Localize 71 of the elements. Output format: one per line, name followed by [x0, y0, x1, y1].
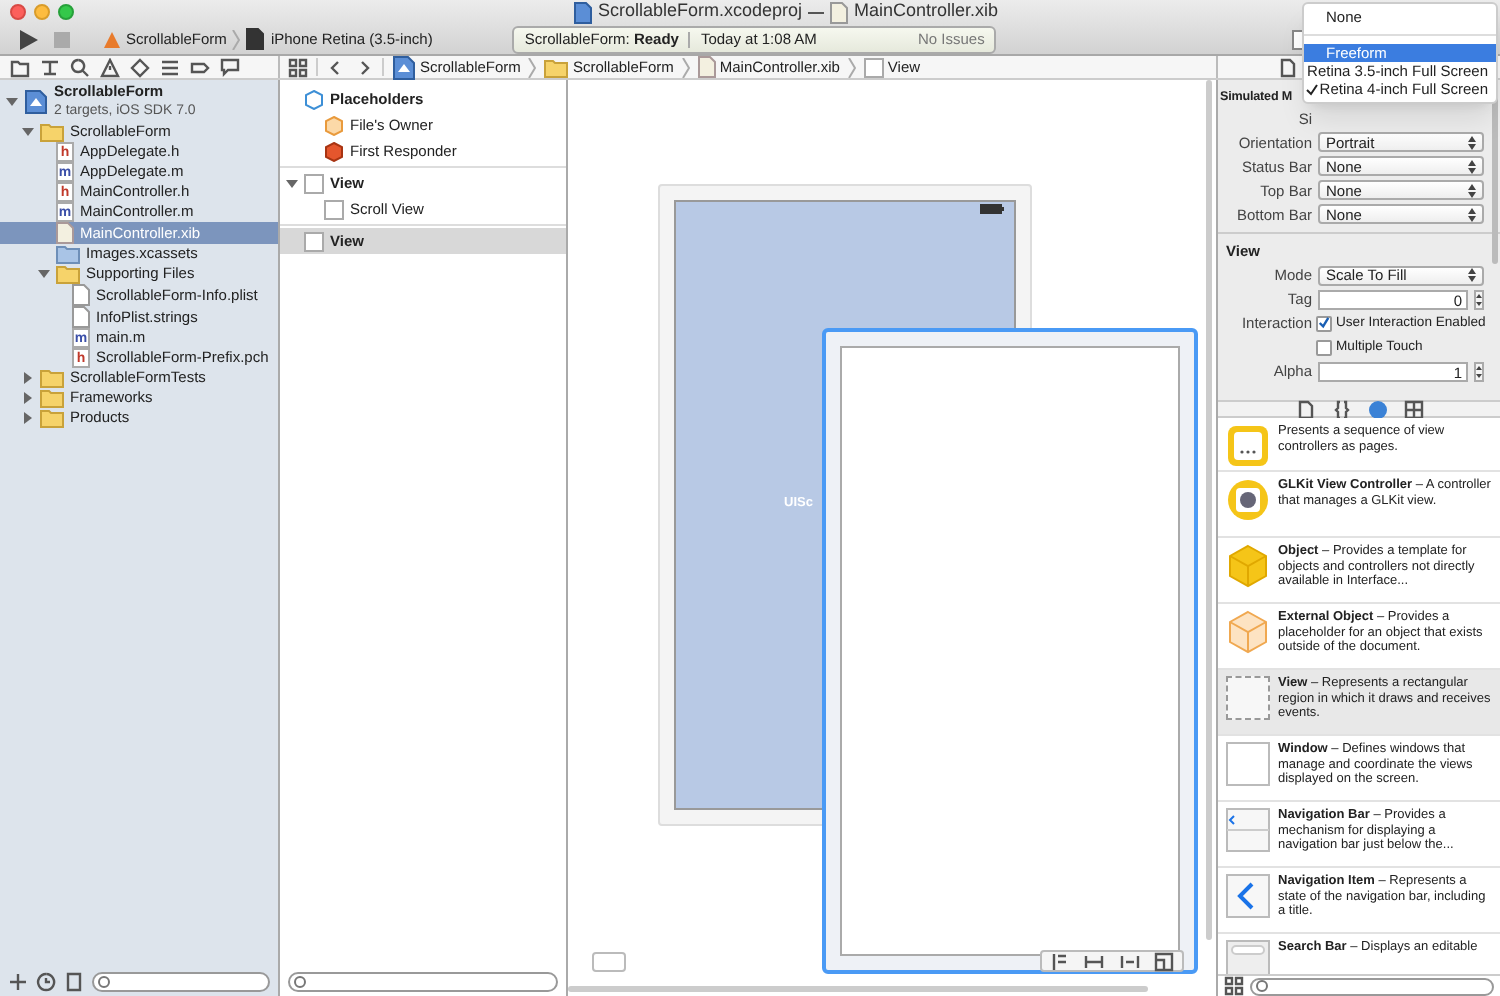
grid-icon[interactable]: [288, 57, 308, 77]
warning-icon[interactable]: [100, 57, 120, 77]
close-button[interactable]: [10, 4, 26, 20]
document-icon[interactable]: [64, 972, 84, 992]
sidebar-toggle-button[interactable]: [592, 952, 626, 972]
filter-icon: [294, 976, 306, 988]
document-icon: [72, 284, 90, 306]
align-icon[interactable]: [1049, 951, 1070, 971]
play-icon[interactable]: [16, 27, 40, 51]
window-icon: [1226, 742, 1270, 786]
disclosure-triangle-icon[interactable]: [38, 268, 50, 280]
disclosure-triangle-icon[interactable]: [6, 96, 18, 108]
braces-icon[interactable]: [1331, 399, 1351, 419]
hierarchy-icon[interactable]: [40, 57, 60, 77]
document-icon: [56, 222, 74, 244]
resolve-icon[interactable]: [1119, 951, 1140, 971]
folder-icon: [40, 408, 64, 428]
document-icon: [697, 56, 716, 78]
navigation-bar-icon: [1226, 808, 1270, 852]
updown-arrows-icon: [1468, 207, 1476, 222]
zoom-button[interactable]: [58, 4, 74, 20]
filter-field[interactable]: [1250, 977, 1494, 995]
folder-icon: [56, 264, 80, 284]
chevron-right-icon: [232, 29, 241, 49]
chevron-left-icon: [1226, 874, 1270, 918]
checkbox[interactable]: [1316, 315, 1332, 332]
pin-icon[interactable]: [1084, 951, 1105, 971]
document-title: MainController.xib: [854, 0, 999, 25]
stepper-icon[interactable]: [1474, 289, 1484, 310]
document-icon: [830, 1, 848, 23]
disclosure-triangle-icon[interactable]: [22, 126, 34, 138]
battery-icon: [980, 204, 1004, 214]
grid-icon[interactable]: [1403, 399, 1423, 419]
filter-field[interactable]: [288, 972, 558, 992]
tag-icon[interactable]: [190, 57, 210, 77]
stepper-icon[interactable]: [1474, 361, 1484, 382]
document-icon: [573, 1, 592, 23]
document-icon: [246, 28, 265, 50]
filter-icon: [1256, 980, 1268, 992]
window-title: ScrollableForm.xcodeproj: [597, 0, 802, 25]
folder-icon[interactable]: [10, 57, 30, 77]
grid-icon[interactable]: [1224, 976, 1244, 996]
updown-arrows-icon: [1468, 268, 1476, 283]
filter-icon: [98, 976, 110, 988]
folder-icon: [40, 122, 64, 142]
disclosure-triangle-icon[interactable]: [286, 177, 298, 189]
speech-bubble-icon[interactable]: [220, 57, 240, 77]
view-controller-icon: [1226, 424, 1270, 468]
search-icon[interactable]: [70, 57, 90, 77]
list-icon[interactable]: [160, 57, 180, 77]
filter-field[interactable]: [92, 972, 270, 992]
checkmark-icon: [1305, 83, 1318, 96]
updown-arrows-icon: [1468, 159, 1476, 174]
diamond-icon[interactable]: [130, 57, 150, 77]
project-icon: [24, 90, 48, 114]
checkbox[interactable]: [1316, 339, 1332, 356]
resize-icon[interactable]: [1154, 951, 1175, 971]
plus-icon[interactable]: [8, 972, 28, 992]
document-icon: [72, 306, 90, 328]
view-icon: [1226, 676, 1270, 720]
clock-icon[interactable]: [36, 972, 56, 992]
document-icon[interactable]: [1295, 399, 1315, 419]
updown-arrows-icon: [1468, 183, 1476, 198]
app-icon: [104, 31, 120, 47]
folder-icon: [40, 368, 64, 388]
checkmark-icon: [1318, 316, 1330, 331]
updown-arrows-icon: [1468, 135, 1476, 150]
view-controller-icon: [1226, 478, 1270, 522]
wireframe-cube-icon: [1226, 610, 1270, 654]
document-icon[interactable]: [1278, 57, 1298, 77]
folder-icon: [40, 388, 64, 408]
